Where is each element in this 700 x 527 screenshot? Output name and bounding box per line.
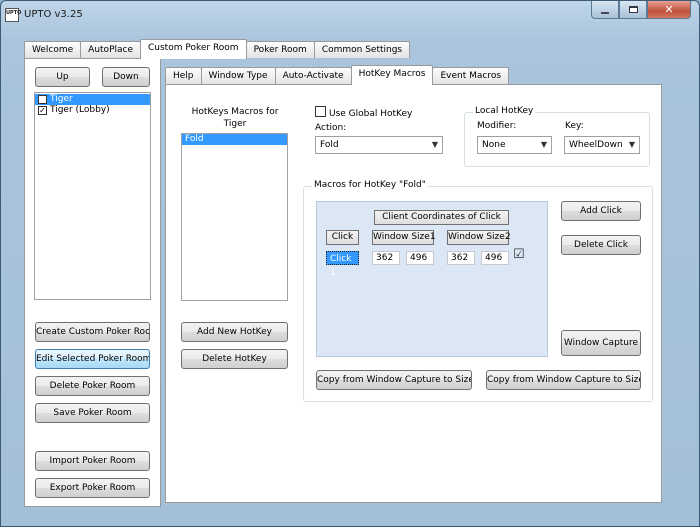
poker-room-list[interactable]: ✓ Tiger ✓ Tiger (Lobby) bbox=[34, 92, 151, 300]
macros-group: Macros for HotKey "Fold" Client Coordina… bbox=[303, 180, 653, 402]
down-button[interactable]: Down bbox=[102, 67, 150, 87]
local-hotkey-group: Local HotKey Modifier: None ▼ Key: WheelD… bbox=[464, 106, 650, 167]
close-icon: ✕ bbox=[664, 3, 674, 16]
use-global-hotkey-checkbox[interactable] bbox=[315, 106, 326, 117]
add-new-hotkey-button[interactable]: Add New HotKey bbox=[181, 322, 288, 342]
tab-window-type[interactable]: Window Type bbox=[200, 67, 276, 84]
modifier-select[interactable]: None ▼ bbox=[477, 136, 552, 154]
local-hotkey-legend: Local HotKey bbox=[473, 106, 536, 116]
list-item[interactable]: Fold bbox=[182, 134, 287, 145]
room-checkbox[interactable]: ✓ bbox=[38, 106, 47, 115]
client-coordinates-header: Client Coordinates of Click bbox=[374, 210, 509, 225]
list-item[interactable]: ✓ Tiger bbox=[35, 94, 150, 105]
minimize-button[interactable] bbox=[591, 1, 619, 19]
import-poker-room-button[interactable]: Import Poker Room bbox=[35, 451, 150, 471]
maximize-button[interactable] bbox=[619, 1, 647, 19]
key-select[interactable]: WheelDown ▼ bbox=[564, 136, 640, 154]
copy-to-size1-button[interactable]: Copy from Window Capture to Size1 bbox=[316, 370, 472, 390]
list-item[interactable]: ✓ Tiger (Lobby) bbox=[35, 105, 150, 116]
maximize-icon bbox=[628, 6, 638, 13]
add-click-button[interactable]: Add Click bbox=[561, 201, 641, 221]
tab-auto-activate[interactable]: Auto-Activate bbox=[274, 67, 352, 84]
tab-autoplace[interactable]: AutoPlace bbox=[80, 41, 141, 58]
tab-welcome[interactable]: Welcome bbox=[24, 41, 82, 58]
tab-custom-poker-room[interactable]: Custom Poker Room bbox=[140, 39, 247, 59]
key-label: Key: bbox=[565, 121, 584, 131]
copy-to-size2-button[interactable]: Copy from Window Capture to Size2 bbox=[486, 370, 641, 390]
tab-common-settings[interactable]: Common Settings bbox=[313, 41, 411, 58]
size1-x-field[interactable]: 362 bbox=[372, 251, 400, 265]
minimize-icon bbox=[601, 11, 609, 14]
hotkeys-list-title: HotKeys Macros for Tiger bbox=[191, 107, 279, 129]
window-capture-button[interactable]: Window Capture bbox=[561, 330, 641, 356]
close-button[interactable]: ✕ bbox=[647, 1, 691, 19]
sub-tab-strip: Help Window Type Auto-Activate HotKey Ma… bbox=[165, 65, 510, 85]
hotkey-macros-panel: HotKeys Macros for Tiger Fold Add New Ho… bbox=[165, 84, 662, 503]
delete-hotkey-button[interactable]: Delete HotKey bbox=[181, 349, 288, 369]
edit-selected-poker-room-button[interactable]: Edit Selected Poker Room bbox=[35, 349, 150, 369]
app-logo-icon: UPTO bbox=[5, 8, 21, 22]
size2-y-field[interactable]: 496 bbox=[481, 251, 509, 265]
modifier-label: Modifier: bbox=[477, 121, 517, 131]
up-button[interactable]: Up bbox=[35, 67, 90, 87]
save-poker-room-button[interactable]: Save Poker Room bbox=[35, 403, 150, 423]
delete-click-button[interactable]: Delete Click bbox=[561, 235, 641, 255]
hotkeys-list[interactable]: Fold bbox=[181, 133, 288, 301]
chevron-down-icon: ▼ bbox=[628, 140, 635, 149]
click-row-label[interactable]: Click 1 bbox=[326, 251, 359, 278]
window-size1-header: Window Size1 bbox=[372, 230, 436, 245]
main-tab-strip: Welcome AutoPlace Custom Poker Room Poke… bbox=[24, 39, 411, 59]
tab-help[interactable]: Help bbox=[165, 67, 202, 84]
action-label: Action: bbox=[315, 123, 347, 133]
window-title: UPTO v3.25 bbox=[24, 9, 83, 20]
room-checkbox[interactable]: ✓ bbox=[38, 95, 47, 104]
window-size2-header: Window Size2 bbox=[447, 230, 511, 245]
click-coordinates-panel: Client Coordinates of Click Click Window… bbox=[316, 201, 548, 357]
chevron-down-icon: ▼ bbox=[540, 140, 547, 149]
delete-poker-room-button[interactable]: Delete Poker Room bbox=[35, 376, 150, 396]
create-custom-poker-room-button[interactable]: Create Custom Poker Room bbox=[35, 322, 150, 342]
tab-hotkey-macros[interactable]: HotKey Macros bbox=[350, 65, 434, 85]
tab-event-macros[interactable]: Event Macros bbox=[432, 67, 510, 84]
size2-x-field[interactable]: 362 bbox=[447, 251, 475, 265]
size1-y-field[interactable]: 496 bbox=[406, 251, 434, 265]
click-enabled-checkbox[interactable]: ☑ bbox=[513, 247, 525, 262]
export-poker-room-button[interactable]: Export Poker Room bbox=[35, 478, 150, 498]
macros-legend: Macros for HotKey "Fold" bbox=[312, 180, 428, 190]
title-bar[interactable]: UPTO UPTO v3.25 ✕ bbox=[1, 1, 699, 29]
app-window: UPTO UPTO v3.25 ✕ Welcome AutoPlace Cust… bbox=[0, 0, 700, 527]
use-global-hotkey[interactable]: Use Global HotKey bbox=[315, 106, 412, 119]
left-panel: Up Down ✓ Tiger ✓ Tiger (Lobby) Create Cus… bbox=[24, 58, 161, 507]
click-column-header: Click bbox=[326, 230, 359, 245]
action-select[interactable]: Fold ▼ bbox=[315, 136, 443, 154]
tab-poker-room[interactable]: Poker Room bbox=[245, 41, 315, 58]
chevron-down-icon: ▼ bbox=[431, 140, 438, 149]
